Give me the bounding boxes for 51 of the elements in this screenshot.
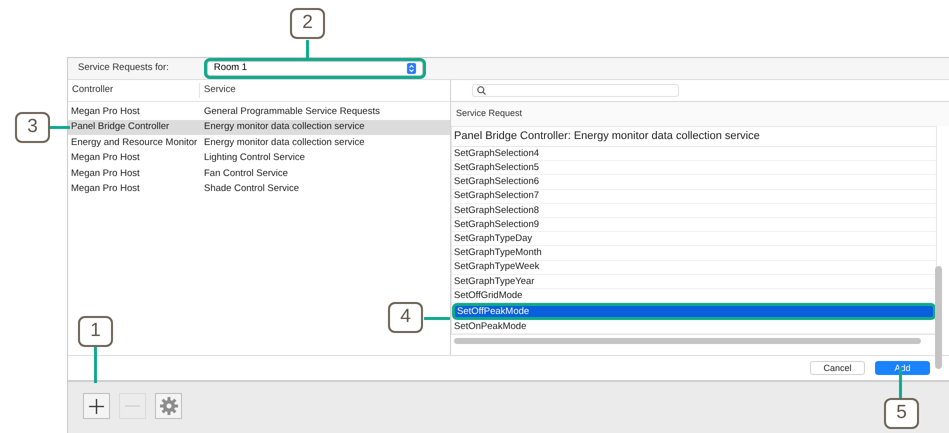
table-cell-text: Megan Pro Host — [70, 182, 141, 196]
list-item[interactable]: SetOnPeakMode — [452, 320, 936, 334]
list-item[interactable]: SetGraphTypeMonth — [452, 246, 936, 260]
list-item[interactable]: SetOffPeakMode — [452, 303, 936, 320]
list-item[interactable]: SetGraphSelection4 — [452, 147, 936, 162]
list-item[interactable]: SetGraphSelection5 — [452, 161, 936, 176]
callout-number: 1 — [78, 316, 113, 347]
add-button[interactable] — [83, 393, 110, 419]
column-header: Service Request — [456, 107, 522, 120]
list-item[interactable]: SetGraphTypeWeek — [452, 260, 936, 275]
table-cell-text: Energy monitor data collection service — [203, 120, 365, 134]
search-icon — [477, 86, 486, 95]
list-item[interactable]: SetOffGridMode — [452, 288, 936, 304]
table-cell-text: Energy monitor data collection service — [203, 136, 365, 150]
list-item[interactable]: SetGraphTypeDay — [452, 232, 936, 246]
search-field[interactable] — [472, 84, 679, 97]
callout-number: 3 — [15, 112, 50, 143]
table-row[interactable]: Panel Bridge Controller Energy monitor data collection service — [68, 120, 450, 135]
leader-line — [94, 347, 97, 383]
table-cell-text: General Programmable Service Requests — [203, 104, 380, 119]
leader-line — [424, 317, 450, 320]
panel-title: Panel Bridge Controller: Energy monitor data collection service — [454, 129, 760, 144]
column-header[interactable]: Controller — [68, 83, 200, 98]
leader-line — [306, 40, 309, 58]
table-cell-text: Megan Pro Host — [70, 151, 141, 166]
room-dropdown[interactable]: Room 1 — [206, 61, 423, 76]
table-cell-text: Energy and Resource Monitor — [70, 136, 198, 150]
horizontal-scrollbar[interactable] — [454, 338, 921, 344]
table-cell-text: Megan Pro Host — [70, 166, 141, 181]
column-header[interactable]: Service — [200, 83, 236, 98]
callout-number: 5 — [884, 398, 919, 429]
gear-icon — [160, 397, 178, 415]
cancel-button[interactable]: Cancel — [810, 361, 865, 375]
plus-icon — [89, 398, 104, 414]
list-item[interactable]: SetGraphSelection9 — [452, 218, 936, 232]
leader-line — [50, 126, 70, 129]
field-label: Service Requests for: — [78, 61, 169, 76]
list-item[interactable]: SetGraphSelection7 — [452, 190, 936, 204]
callout-number: 2 — [290, 8, 325, 39]
table-cell-text: Fan Control Service — [203, 166, 288, 181]
table-cell-text: Lighting Control Service — [203, 151, 305, 166]
list-item[interactable]: SetGraphSelection8 — [452, 204, 936, 218]
list-item[interactable]: SetGraphSelection6 — [452, 175, 936, 190]
stepper-icon — [406, 63, 416, 74]
table-cell-text: Panel Bridge Controller — [70, 120, 170, 134]
table-cell-text: Shade Control Service — [203, 182, 300, 196]
settings-button[interactable] — [155, 393, 182, 419]
callout-number: 4 — [388, 302, 423, 333]
list-item[interactable]: SetGraphTypeYear — [452, 274, 936, 289]
vertical-scrollbar[interactable] — [935, 266, 942, 369]
table-cell-text: Megan Pro Host — [70, 104, 141, 119]
